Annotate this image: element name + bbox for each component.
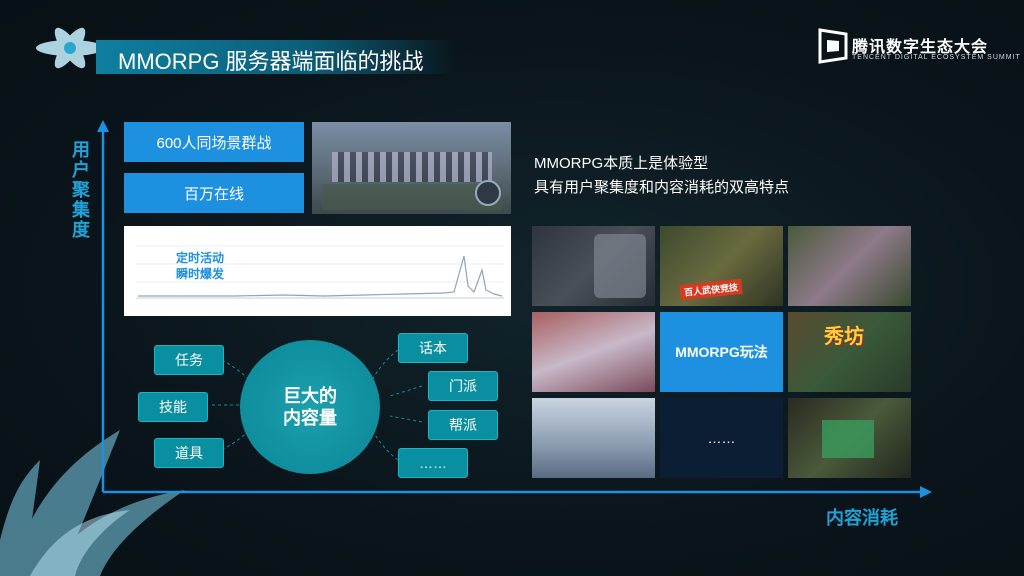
chart-annotation: 定时活动 瞬时爆发: [176, 251, 225, 281]
content-center-label: 巨大的 内容量: [283, 386, 337, 428]
battle-screenshot: [312, 122, 511, 214]
tile-vs-caption: 百人武侠竞技: [679, 278, 743, 301]
y-axis-label: 用户聚集度: [72, 140, 90, 240]
mmorpg-gameplay-label: MMORPG玩法: [675, 344, 768, 360]
tile-more: ……: [660, 398, 783, 478]
tile-mahjong: [788, 398, 911, 478]
tile-mmorpg-center: MMORPG玩法: [660, 312, 783, 392]
content-item-more: ……: [398, 448, 468, 478]
page-title: MMORPG 服务器端面临的挑战: [118, 49, 424, 74]
more-ellipsis: ……: [707, 430, 736, 446]
content-item-guild: 帮派: [428, 410, 498, 440]
tile-sword-poster: [532, 398, 655, 478]
tile-characters: [532, 312, 655, 392]
tile-xiufang: 秀坊: [788, 312, 911, 392]
challenge-box-600: 600人同场景群战: [124, 122, 304, 162]
description-line-1: MMORPG本质上是体验型: [534, 155, 709, 172]
x-axis-label: 内容消耗: [826, 508, 898, 528]
tile-map: [532, 226, 655, 306]
content-center-circle: 巨大的 内容量: [240, 340, 380, 474]
traffic-chart: 定时活动 瞬时爆发: [124, 226, 511, 316]
tencent-logo-icon: [818, 28, 848, 64]
logo-subtitle: TENCENT DIGITAL ECOSYSTEM SUMMIT: [852, 54, 1021, 61]
tile-garden: [788, 226, 911, 306]
content-item-item: 道具: [154, 438, 224, 468]
tile-vs: 百人武侠竞技: [660, 226, 783, 306]
content-item-task: 任务: [154, 345, 224, 375]
description-line-2: 具有用户聚集度和内容消耗的双高特点: [534, 179, 790, 196]
content-item-skill: 技能: [138, 392, 208, 422]
challenge-box-million: 百万在线: [124, 173, 304, 213]
gameplay-grid: 百人武侠竞技 MMORPG玩法 秀坊 ……: [532, 226, 912, 478]
content-item-story: 话本: [398, 333, 468, 363]
tile-xiufang-caption: 秀坊: [824, 326, 864, 348]
content-item-sect: 门派: [428, 371, 498, 401]
